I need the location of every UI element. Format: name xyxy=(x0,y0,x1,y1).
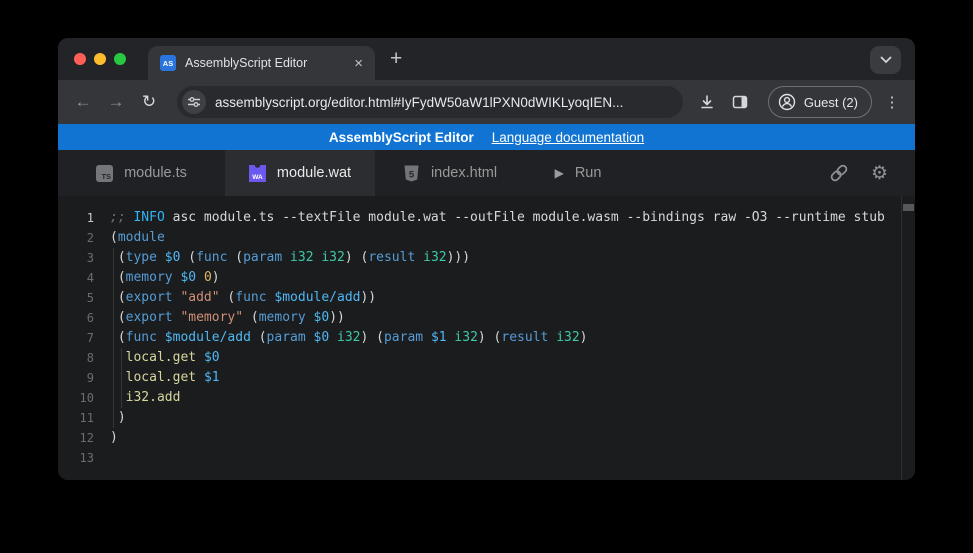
site-banner: AssemblyScript Editor Language documenta… xyxy=(58,124,915,150)
side-panel-icon[interactable] xyxy=(731,93,757,111)
code-line[interactable]: 7 (func $module/add (param $0 i32) (para… xyxy=(58,328,915,348)
tab-search-button[interactable] xyxy=(870,46,901,74)
code-line[interactable]: 9 local.get $1 xyxy=(58,368,915,388)
browser-tab-title: AssemblyScript Editor xyxy=(185,56,352,70)
scrollbar-thumb[interactable] xyxy=(903,204,914,211)
editor-tab-label: module.wat xyxy=(277,165,351,181)
code-line[interactable]: 11 ) xyxy=(58,408,915,428)
new-tab-button[interactable]: + xyxy=(390,48,402,70)
run-button[interactable]: ▶ Run xyxy=(525,150,631,196)
code-line[interactable]: 6 (export "memory" (memory $0)) xyxy=(58,308,915,328)
code-line[interactable]: 13 xyxy=(58,448,915,468)
chevron-down-icon xyxy=(880,56,892,64)
editor-tab-label: index.html xyxy=(431,165,497,181)
line-number: 9 xyxy=(58,368,94,388)
code-text: (export "add" (func $module/add)) xyxy=(110,288,376,308)
profile-button[interactable]: Guest (2) xyxy=(768,86,872,118)
code-text: local.get $0 xyxy=(110,348,220,368)
line-number: 10 xyxy=(58,388,94,408)
code-line[interactable]: 1 ;; INFO asc module.ts --textFile module… xyxy=(58,208,915,228)
code-text: ) xyxy=(110,428,118,448)
minimize-window-button[interactable] xyxy=(94,53,106,65)
desktop-background: AS AssemblyScript Editor × + ← → ↻ xyxy=(0,0,973,553)
editor-tab-index-html[interactable]: 5 index.html xyxy=(375,150,525,196)
close-window-button[interactable] xyxy=(74,53,86,65)
browser-tab-strip: AS AssemblyScript Editor × + xyxy=(58,38,915,80)
line-number: 7 xyxy=(58,328,94,348)
code-text: local.get $1 xyxy=(110,368,220,388)
assemblyscript-favicon-icon: AS xyxy=(160,55,176,71)
svg-text:5: 5 xyxy=(409,169,415,180)
code-line[interactable]: 3 (type $0 (func (param i32 i32) (result… xyxy=(58,248,915,268)
settings-gear-icon[interactable]: ⚙ xyxy=(871,164,888,183)
address-bar[interactable]: assemblyscript.org/editor.html#IyFydW50a… xyxy=(177,86,683,118)
code-lines: 1 ;; INFO asc module.ts --textFile module… xyxy=(58,196,915,468)
share-link-icon[interactable] xyxy=(828,162,850,184)
banner-title: AssemblyScript Editor xyxy=(329,130,474,145)
editor-tab-module-wat[interactable]: WA module.wat xyxy=(225,150,375,196)
code-text: (export "memory" (memory $0)) xyxy=(110,308,345,328)
reload-icon[interactable]: ↻ xyxy=(136,92,162,112)
editor-scrollbar[interactable] xyxy=(901,196,915,480)
code-text: (func $module/add (param $0 i32) (param … xyxy=(110,328,588,348)
typescript-file-icon: TS xyxy=(96,165,113,182)
code-line[interactable]: 8 local.get $0 xyxy=(58,348,915,368)
line-number: 13 xyxy=(58,448,94,468)
code-text: (type $0 (func (param i32 i32) (result i… xyxy=(110,248,470,268)
window-controls xyxy=(74,53,126,65)
indent-guide xyxy=(113,248,114,428)
browser-tab[interactable]: AS AssemblyScript Editor × xyxy=(148,46,375,80)
line-number: 8 xyxy=(58,348,94,368)
browser-toolbar: ← → ↻ assemblyscript.org/editor.html#IyF… xyxy=(58,80,915,124)
line-number: 5 xyxy=(58,288,94,308)
svg-text:WA: WA xyxy=(252,174,263,181)
code-text: ;; INFO asc module.ts --textFile module.… xyxy=(110,208,885,228)
browser-menu-icon[interactable]: ⋮ xyxy=(883,93,901,111)
line-number: 4 xyxy=(58,268,94,288)
download-icon[interactable] xyxy=(698,93,724,111)
line-number: 11 xyxy=(58,408,94,428)
code-line[interactable]: 5 (export "add" (func $module/add)) xyxy=(58,288,915,308)
code-line[interactable]: 2 (module xyxy=(58,228,915,248)
profile-label: Guest (2) xyxy=(804,95,858,110)
editor-tab-bar: TS module.ts WA module.wat 5 index.html … xyxy=(58,150,915,196)
back-icon[interactable]: ← xyxy=(70,92,96,112)
editor-tab-label: module.ts xyxy=(124,165,187,181)
editor-tab-module-ts[interactable]: TS module.ts xyxy=(58,150,225,196)
site-settings-icon[interactable] xyxy=(182,90,206,114)
code-line[interactable]: 10 i32.add xyxy=(58,388,915,408)
language-documentation-link[interactable]: Language documentation xyxy=(492,130,644,145)
run-label: Run xyxy=(575,165,602,181)
html5-file-icon: 5 xyxy=(403,165,420,182)
play-icon: ▶ xyxy=(555,166,564,180)
zoom-window-button[interactable] xyxy=(114,53,126,65)
code-editor[interactable]: 1 ;; INFO asc module.ts --textFile module… xyxy=(58,196,915,480)
code-text: (memory $0 0) xyxy=(110,268,220,288)
line-number: 3 xyxy=(58,248,94,268)
line-number: 2 xyxy=(58,228,94,248)
line-number: 6 xyxy=(58,308,94,328)
line-number: 1 xyxy=(58,208,94,228)
code-text: (module xyxy=(110,228,165,248)
forward-icon[interactable]: → xyxy=(103,92,129,112)
indent-guide xyxy=(121,348,122,408)
webassembly-file-icon: WA xyxy=(249,165,266,182)
code-line[interactable]: 12) xyxy=(58,428,915,448)
person-icon xyxy=(778,93,796,111)
tab-close-icon[interactable]: × xyxy=(352,54,365,73)
line-number: 12 xyxy=(58,428,94,448)
code-line[interactable]: 4 (memory $0 0) xyxy=(58,268,915,288)
url-text: assemblyscript.org/editor.html#IyFydW50a… xyxy=(215,95,623,110)
browser-window: AS AssemblyScript Editor × + ← → ↻ xyxy=(58,38,915,480)
